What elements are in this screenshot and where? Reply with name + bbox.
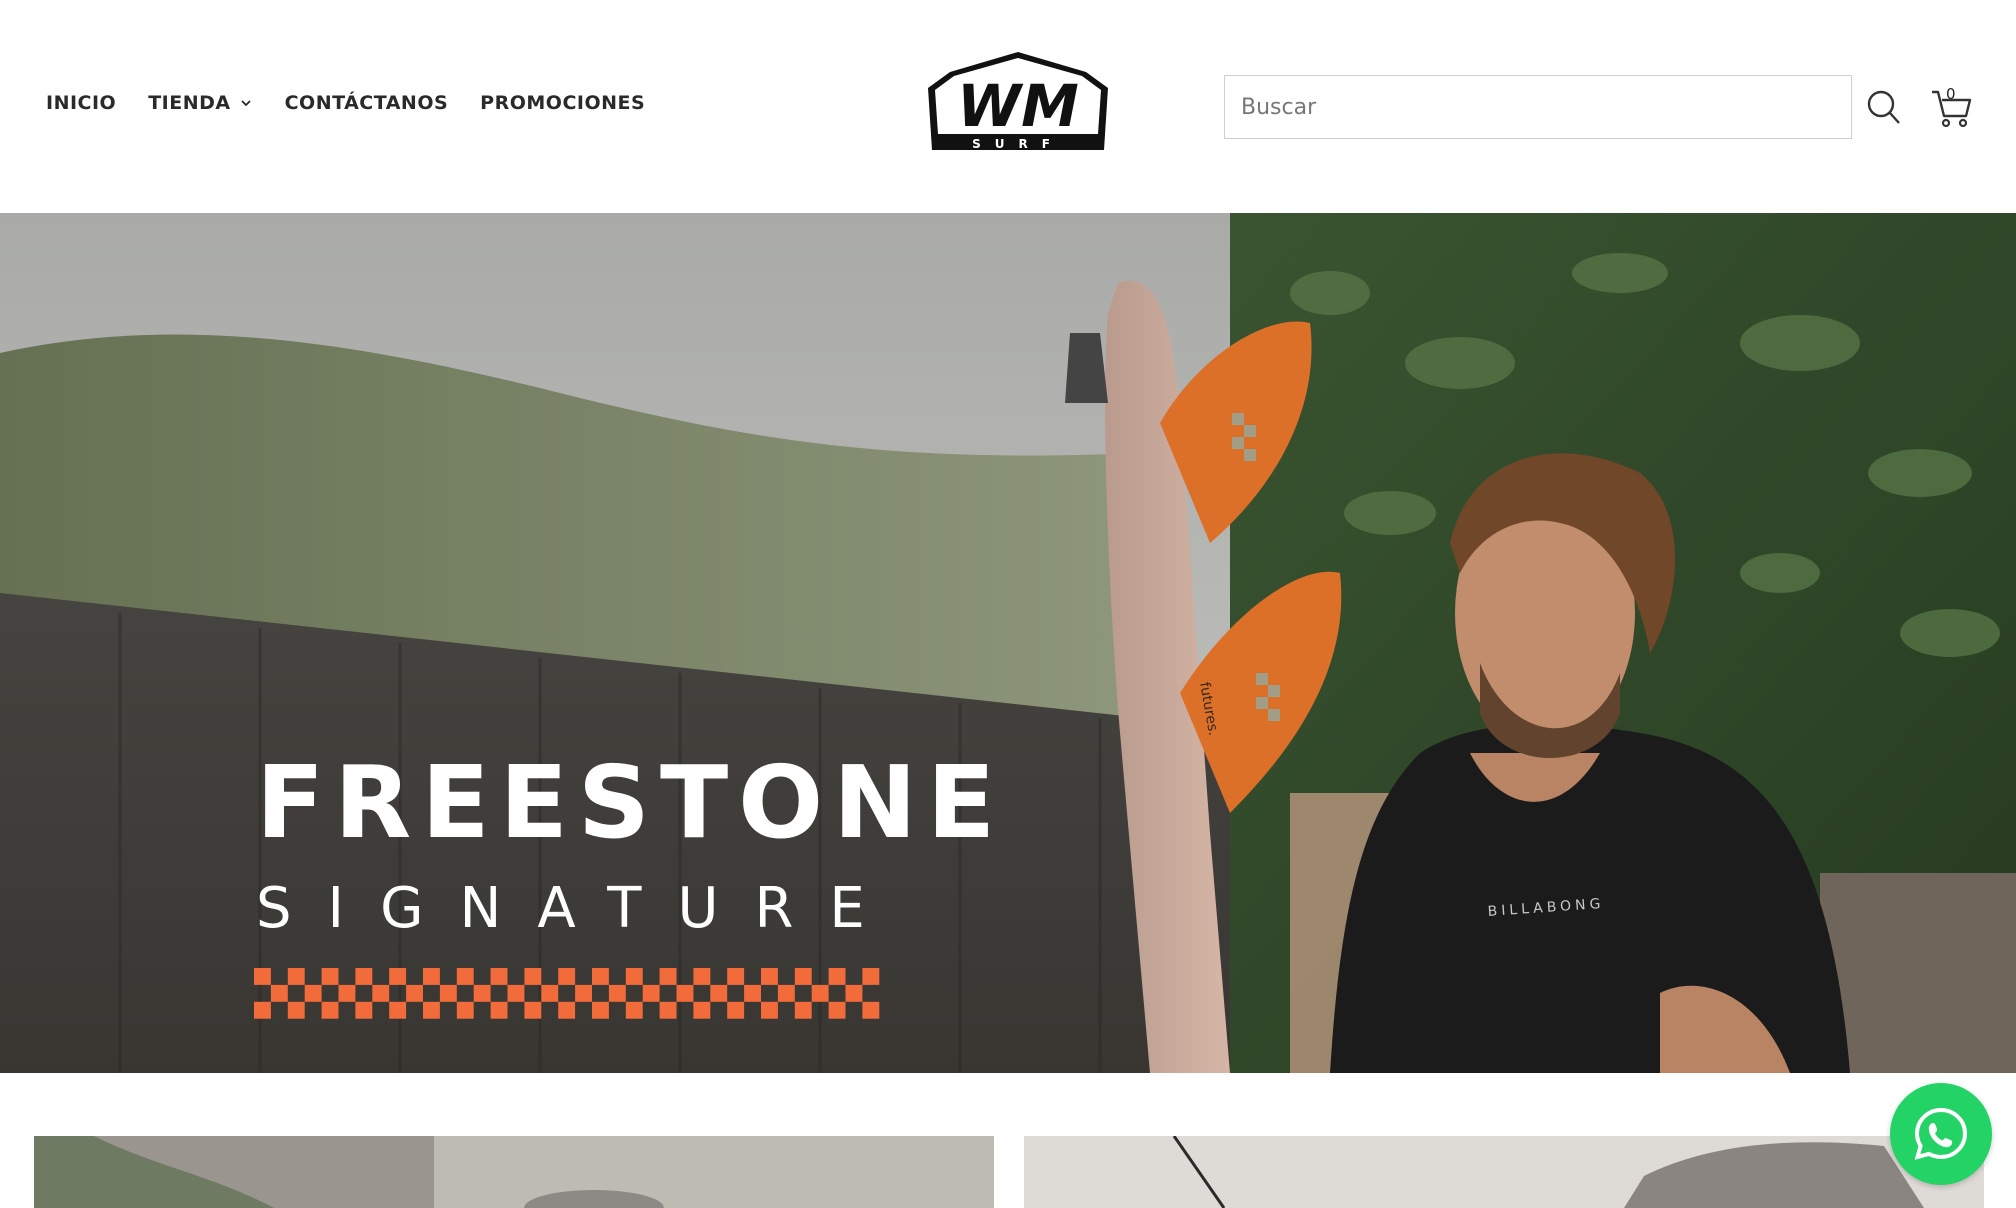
checker-square xyxy=(693,1001,711,1019)
checker-square xyxy=(625,1001,643,1019)
checker-square xyxy=(524,968,542,985)
checker-square xyxy=(744,984,761,1002)
checker-square xyxy=(456,1001,474,1019)
nav-inicio[interactable]: INICIO xyxy=(46,92,116,114)
checker-square xyxy=(304,984,322,1002)
hero-title: FREESTONE xyxy=(256,744,1006,861)
nav-contactanos[interactable]: CONTÁCTANOS xyxy=(285,92,449,114)
search-input[interactable] xyxy=(1225,76,1851,138)
checker-square xyxy=(761,968,778,985)
logo-main-text: WM xyxy=(957,72,1079,140)
checker-square xyxy=(490,968,508,985)
checker-square xyxy=(558,1001,576,1019)
checker-square xyxy=(592,968,609,985)
chevron-down-icon xyxy=(240,100,251,107)
checker-square xyxy=(321,968,339,985)
search-button[interactable] xyxy=(1866,88,1902,126)
main-nav: INICIO TIENDA CONTÁCTANOS PROMOCIONES xyxy=(46,92,677,114)
checker-square xyxy=(625,968,643,985)
checker-square xyxy=(338,984,356,1002)
checker-square xyxy=(828,1001,846,1019)
checker-square xyxy=(592,1001,609,1019)
category-card-left[interactable] xyxy=(34,1136,994,1208)
nav-inicio-label: INICIO xyxy=(46,92,117,114)
checker-square xyxy=(575,984,592,1002)
checker-square xyxy=(727,1001,745,1019)
checker-square xyxy=(659,1001,677,1019)
checker-square xyxy=(676,984,694,1002)
checker-square xyxy=(642,984,660,1002)
checker-square xyxy=(794,1001,812,1019)
checker-square xyxy=(456,968,474,985)
site-logo[interactable]: WM SURF xyxy=(926,50,1110,162)
hero-slider[interactable]: BILLABONG futures. FREESTONE SIGNATURE xyxy=(0,213,2016,1073)
checker-square xyxy=(490,1001,508,1019)
whatsapp-button[interactable] xyxy=(1890,1083,1992,1185)
checker-square xyxy=(862,968,880,985)
checker-square xyxy=(524,1001,542,1019)
checker-square xyxy=(541,984,559,1002)
checker-square xyxy=(254,968,271,985)
hero-background-image: BILLABONG futures. xyxy=(0,213,2016,1073)
wm-surf-logo: WM SURF xyxy=(928,52,1108,151)
logo-sub-text: SURF xyxy=(972,137,1064,151)
whatsapp-icon xyxy=(1914,1107,1968,1160)
nav-tienda[interactable]: TIENDA xyxy=(148,92,252,114)
checker-square xyxy=(355,968,373,985)
checker-square xyxy=(254,1001,271,1019)
checker-square xyxy=(439,984,457,1002)
checker-square xyxy=(828,968,846,985)
cart-count-badge: 0 xyxy=(1946,85,1956,103)
checker-square xyxy=(287,968,305,985)
checker-square xyxy=(507,984,525,1002)
checker-square xyxy=(608,984,626,1002)
checker-square xyxy=(372,984,390,1002)
checker-square xyxy=(761,1001,778,1019)
search-icon xyxy=(1867,90,1900,124)
checker-square xyxy=(794,968,812,985)
checker-square xyxy=(710,984,728,1002)
checker-square xyxy=(659,968,677,985)
checker-square xyxy=(473,984,491,1002)
category-card-left-image xyxy=(34,1136,994,1208)
checker-square xyxy=(321,1001,339,1019)
checker-square xyxy=(287,1001,305,1019)
checker-square xyxy=(845,984,863,1002)
nav-tienda-label: TIENDA xyxy=(148,92,231,114)
site-header: INICIO TIENDA CONTÁCTANOS PROMOCIONES WM… xyxy=(0,0,2016,213)
nav-promociones-label: PROMOCIONES xyxy=(480,92,646,114)
checker-square xyxy=(777,984,795,1002)
checker-square xyxy=(270,984,288,1002)
checker-square xyxy=(862,1001,880,1019)
checker-square xyxy=(355,1001,373,1019)
checker-square xyxy=(727,968,745,985)
category-card-right-image xyxy=(1024,1136,1984,1208)
checker-square xyxy=(389,1001,407,1019)
checker-square xyxy=(558,968,576,985)
nav-contactanos-label: CONTÁCTANOS xyxy=(284,92,449,114)
checker-square xyxy=(423,968,440,985)
hero-subtitle: SIGNATURE xyxy=(256,876,901,941)
search-field xyxy=(1224,75,1852,139)
nav-promociones[interactable]: PROMOCIONES xyxy=(480,92,645,114)
checker-square xyxy=(423,1001,440,1019)
category-card-right[interactable] xyxy=(1024,1136,1984,1208)
checker-square xyxy=(811,984,829,1002)
checker-stripe-decoration xyxy=(254,968,880,1019)
checker-square xyxy=(389,968,407,985)
checker-square xyxy=(406,984,423,1002)
checker-square xyxy=(693,968,711,985)
